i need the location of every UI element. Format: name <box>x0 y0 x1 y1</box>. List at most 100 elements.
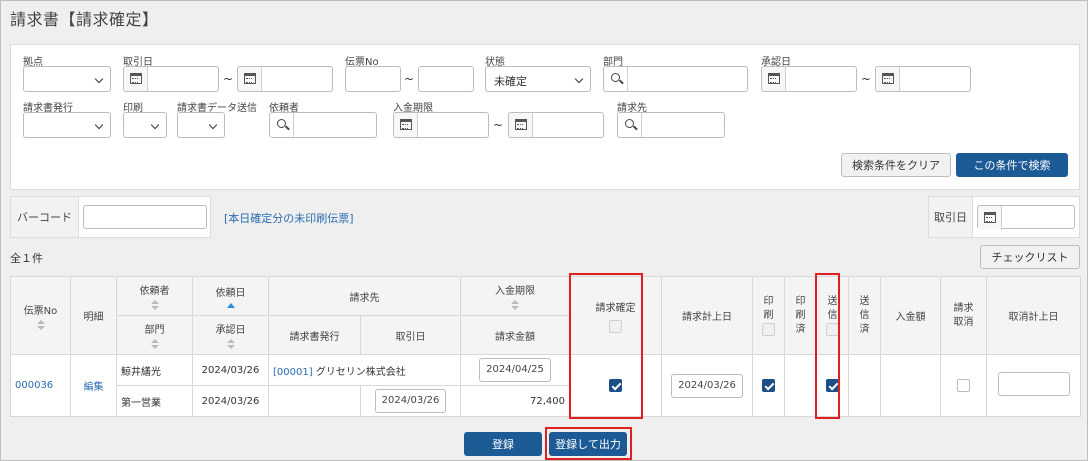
range-separator: ~ <box>223 72 234 86</box>
edit-link[interactable]: 編集 <box>84 382 104 393</box>
billing-to-input[interactable] <box>617 112 725 138</box>
invoice-table: 伝票No 明細 依頼者 依頼日 請求先 入金期限 請求確定 請求計上日 印刷 印… <box>10 276 1081 417</box>
detail-header: 明細 <box>70 276 117 355</box>
requester-input[interactable] <box>269 112 377 138</box>
billing-cancel-checkbox[interactable] <box>957 379 970 392</box>
trade-date-filter-panel: 取引日 <box>928 196 1080 238</box>
payment-due-header[interactable]: 入金期限 <box>460 276 570 316</box>
billing-to-header: 請求先 <box>268 276 461 316</box>
calendar-icon[interactable] <box>762 67 786 91</box>
print-all-checkbox <box>762 323 775 336</box>
invoice-issue-header: 請求書発行 <box>268 315 361 355</box>
slip-no-header[interactable]: 伝票No <box>10 276 71 355</box>
trade-date-from-input[interactable] <box>123 66 219 92</box>
billing-amount-header: 請求金額 <box>460 315 570 355</box>
sort-icon[interactable] <box>150 339 159 349</box>
barcode-panel: バーコード <box>10 196 211 238</box>
table-row: 000036 編集 鯨井繕光 2024/03/26 [00001] グリセリン株… <box>10 354 1081 417</box>
requester-header[interactable]: 依頼者 <box>116 276 193 316</box>
checklist-button[interactable]: チェックリスト <box>980 245 1080 269</box>
search-icon[interactable] <box>270 113 294 137</box>
billing-amount-cell: 72,400 <box>460 385 570 417</box>
sent-header: 送信済 <box>848 276 881 355</box>
deposit-amount-cell <box>880 354 941 417</box>
deposit-amount-header: 入金額 <box>880 276 941 355</box>
calendar-icon[interactable] <box>238 67 262 91</box>
payment-due-cell: 2024/04/25 <box>460 354 570 386</box>
sort-icon[interactable] <box>36 319 45 330</box>
status-select[interactable]: 未確定 <box>485 66 591 92</box>
send-all-checkbox <box>826 323 839 336</box>
calendar-icon[interactable] <box>509 113 533 137</box>
slip-no-from-input[interactable] <box>345 66 401 92</box>
request-date-header[interactable]: 依頼日 <box>192 276 269 316</box>
send-header: 送信 <box>816 276 849 355</box>
department-header[interactable]: 部門 <box>116 315 193 355</box>
approval-date-from-input[interactable] <box>761 66 857 92</box>
base-select[interactable] <box>23 66 111 92</box>
department-input[interactable] <box>603 66 748 92</box>
today-unprinted-link[interactable]: [本日確定分の未印刷伝票] <box>224 210 354 226</box>
status-value: 未確定 <box>494 75 527 88</box>
sort-icon[interactable] <box>511 300 519 310</box>
print-select[interactable] <box>123 112 167 138</box>
calendar-icon[interactable] <box>394 113 418 137</box>
send-checkbox[interactable] <box>826 379 839 392</box>
billing-confirm-header: 請求確定 <box>569 276 662 355</box>
billing-to-name: グリセリン株式会社 <box>315 366 406 378</box>
trade-date-cell: 2024/03/26 <box>360 385 461 417</box>
search-button[interactable]: この条件で検索 <box>956 153 1068 177</box>
register-button[interactable]: 登録 <box>464 432 542 456</box>
printed-header: 印刷済 <box>784 276 817 355</box>
invoice-issue-select[interactable] <box>23 112 111 138</box>
data-send-select[interactable] <box>177 112 225 138</box>
approval-date-header[interactable]: 承認日 <box>192 315 269 355</box>
calendar-icon[interactable] <box>124 67 148 91</box>
billing-post-date-header: 請求計上日 <box>661 276 753 355</box>
billing-confirm-checkbox[interactable] <box>609 379 622 392</box>
sent-cell <box>848 354 881 417</box>
page-title: 請求書【請求確定】 <box>10 10 159 29</box>
trade-date-input[interactable]: 2024/03/26 <box>374 389 447 413</box>
clear-conditions-button[interactable]: 検索条件をクリア <box>841 153 951 177</box>
cancel-post-date-input[interactable] <box>997 372 1070 396</box>
sort-icon[interactable] <box>226 339 235 349</box>
search-icon[interactable] <box>618 113 642 137</box>
billing-to-cell: [00001] グリセリン株式会社 <box>268 354 461 386</box>
payment-due-input[interactable]: 2024/04/25 <box>479 358 551 382</box>
calendar-icon[interactable] <box>978 206 1002 230</box>
printed-cell <box>784 354 817 417</box>
search-icon[interactable] <box>604 67 628 91</box>
search-panel: 拠点 取引日 ~ 伝票No ~ 状態 未確定 部門 承認日 ~ 請求書発行 印刷… <box>10 44 1080 190</box>
cancel-post-date-header: 取消計上日 <box>986 276 1081 355</box>
trade-date-filter-label: 取引日 <box>929 197 973 237</box>
calendar-icon[interactable] <box>876 67 900 91</box>
approval-date-to-input[interactable] <box>875 66 971 92</box>
trade-date-filter-input[interactable] <box>977 205 1075 230</box>
range-separator: ~ <box>493 118 504 132</box>
payment-due-to-input[interactable] <box>508 112 604 138</box>
barcode-input[interactable] <box>83 205 207 229</box>
total-count: 全１件 <box>10 252 43 265</box>
invoice-issue-cell <box>268 385 361 417</box>
slip-no-link[interactable]: 000036 <box>15 380 53 391</box>
payment-due-from-input[interactable] <box>393 112 489 138</box>
register-output-button[interactable]: 登録して出力 <box>549 432 627 456</box>
billing-post-date-input[interactable]: 2024/03/26 <box>671 373 743 398</box>
department-cell: 第一営業 <box>116 385 193 417</box>
requester-cell: 鯨井繕光 <box>116 354 193 386</box>
range-separator: ~ <box>404 72 415 86</box>
print-header: 印刷 <box>752 276 785 355</box>
trade-date-to-input[interactable] <box>237 66 333 92</box>
billing-cancel-header: 請求取消 <box>940 276 987 355</box>
trade-date-header: 取引日 <box>360 315 461 355</box>
print-checkbox[interactable] <box>762 379 775 392</box>
barcode-label: バーコード <box>11 197 79 237</box>
sort-asc-icon[interactable] <box>226 303 235 308</box>
range-separator: ~ <box>861 72 872 86</box>
request-date-cell: 2024/03/26 <box>192 354 269 386</box>
billing-to-code[interactable]: [00001] <box>273 367 313 378</box>
billing-confirm-all-checkbox <box>609 319 622 333</box>
slip-no-to-input[interactable] <box>418 66 474 92</box>
sort-icon[interactable] <box>150 300 159 310</box>
